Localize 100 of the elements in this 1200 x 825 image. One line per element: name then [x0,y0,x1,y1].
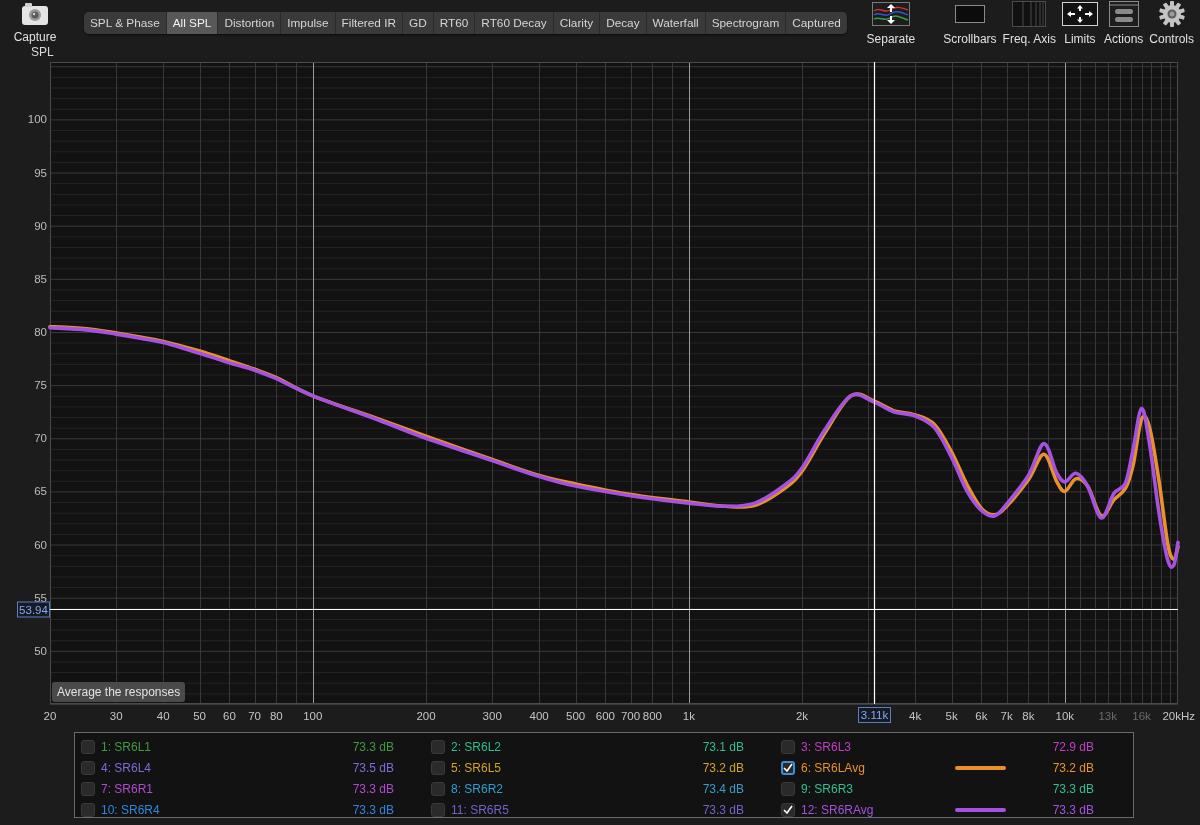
checkbox[interactable] [81,739,95,754]
checkbox[interactable] [431,760,445,775]
x-tick-label: 16k [1132,710,1151,722]
y-tick-label: 90 [34,219,47,232]
axis-label: SPL [31,45,54,59]
x-tick-label: 7k [1000,710,1013,722]
legend-value: 73.3 dB [352,781,394,796]
legend-label: 2: SR6L2 [451,739,502,754]
legend-label: 8: SR6R2 [451,781,504,796]
x-tick-label: 2k [795,710,809,722]
tab[interactable]: SPL & Phase [84,12,167,34]
checkbox[interactable] [781,739,795,754]
x-tick-label: 80 [270,710,283,722]
y-tick-label: 80 [34,326,47,338]
settings-icon [1158,1,1185,27]
legend-value: 73.3 dB [352,802,394,817]
x-tick-label: 8k [1022,710,1035,722]
checkbox[interactable] [781,802,795,817]
tab[interactable]: All SPL [166,12,219,34]
y-tick-label: 100 [27,113,47,126]
legend-value: 73.3 dB [702,802,744,817]
legend-value: 73.3 dB [352,739,394,754]
x-tick-label: 6k [975,710,988,722]
toolbar-button[interactable]: Separate [863,0,919,46]
x-tick-label: 20k [1162,710,1181,722]
toolbar-button[interactable]: Actions [1100,0,1147,46]
legend-value: 73.5 dB [352,760,394,775]
y-tick-label: 75 [34,379,47,392]
toolbar-button[interactable]: Limits [1058,0,1101,46]
line-sample-icon [954,765,1006,770]
y-tick-label: 50 [34,644,47,657]
checkbox[interactable] [431,739,445,754]
x-tick-label: 600 [595,710,615,722]
checkbox[interactable] [781,781,795,796]
legend-value: 73.1 dB [702,739,744,754]
checkbox[interactable] [81,760,95,775]
tab[interactable]: GD [403,12,434,34]
x-tick-label: 400 [529,710,549,722]
legend-label: 7: SR6R1 [101,781,154,796]
legend-label: 12: SR6RAvg [801,802,874,817]
tab[interactable]: Impulse [281,12,336,34]
x-tick-label: 300 [482,710,502,722]
legend-label: 6: SR6LAvg [801,760,865,775]
rectangle-icon [954,5,985,23]
toolbar-button[interactable]: Freq. Axis [999,0,1059,46]
tab[interactable]: Distortion [218,12,282,34]
tab[interactable]: Spectrogram [705,12,787,34]
legend-label: 1: SR6L1 [101,739,152,754]
legend-label: 4: SR6L4 [101,760,152,775]
x-tick-label: 20 [43,710,57,722]
toolbar-button[interactable]: Controls [1146,0,1197,46]
camera-icon [21,2,49,26]
tab[interactable]: RT60 Decay [475,12,554,34]
x-tick-label: 1k [682,710,695,722]
legend-value: 72.9 dB [1052,739,1094,754]
legend-value: 73.2 dB [702,760,744,775]
tab[interactable]: Waterfall [646,12,706,34]
legend-label: 10: SR6R4 [101,802,160,817]
checkbox[interactable] [81,802,95,817]
tab[interactable]: Decay [600,12,647,34]
x-tick-label: 5k [945,710,958,722]
checkbox[interactable] [81,781,95,796]
legend-value: 73.2 dB [1052,760,1094,775]
x-tick-label: 100 [303,710,323,722]
x-tick-label: 70 [248,710,261,722]
checkbox[interactable] [781,760,795,775]
cursor-readout: 3.11k [858,707,891,723]
x-tick-label: 500 [566,710,586,722]
y-tick-label: 55 [34,591,47,604]
tab[interactable]: Filtered IR [335,12,403,34]
x-tick-label: 200 [416,710,436,722]
capture-button[interactable]: Capture [11,0,59,44]
x-tick-label: 4k [909,710,922,722]
x-tick-label: 60 [223,710,236,722]
x-tick-label: 10k [1055,710,1075,722]
x-tick-label: 13k [1098,710,1117,722]
checkbox[interactable] [431,781,445,796]
y-tick-label: 85 [34,272,47,285]
legend-label: 3: SR6L3 [801,739,852,754]
average-button[interactable]: Average the responses [52,682,186,702]
y-tick-label: 65 [34,485,47,498]
axis-label: Hz [1181,710,1196,722]
x-tick-label: 700 [621,710,641,722]
x-tick-label: 30 [109,710,123,722]
y-tick-label: 60 [34,538,47,551]
tab[interactable]: Clarity [553,12,601,34]
x-tick-label: 800 [642,710,662,722]
cursor-readout: 53.94 [17,601,50,618]
legend-value: 73.4 dB [702,781,744,796]
y-tick-label: 95 [34,166,47,179]
line-sample-icon [954,807,1006,812]
checkbox[interactable] [431,802,445,817]
tab[interactable]: RT60 [433,12,476,34]
toolbar-button[interactable]: Scrollbars [940,0,1000,46]
tab[interactable]: Captured [786,12,847,34]
legend-label: 9: SR6R3 [801,781,854,796]
legend-value: 73.3 dB [1052,781,1094,796]
legend-label: 11: SR6R5 [451,802,509,817]
legend-label: 5: SR6L5 [451,760,502,775]
y-tick-label: 70 [34,432,47,445]
